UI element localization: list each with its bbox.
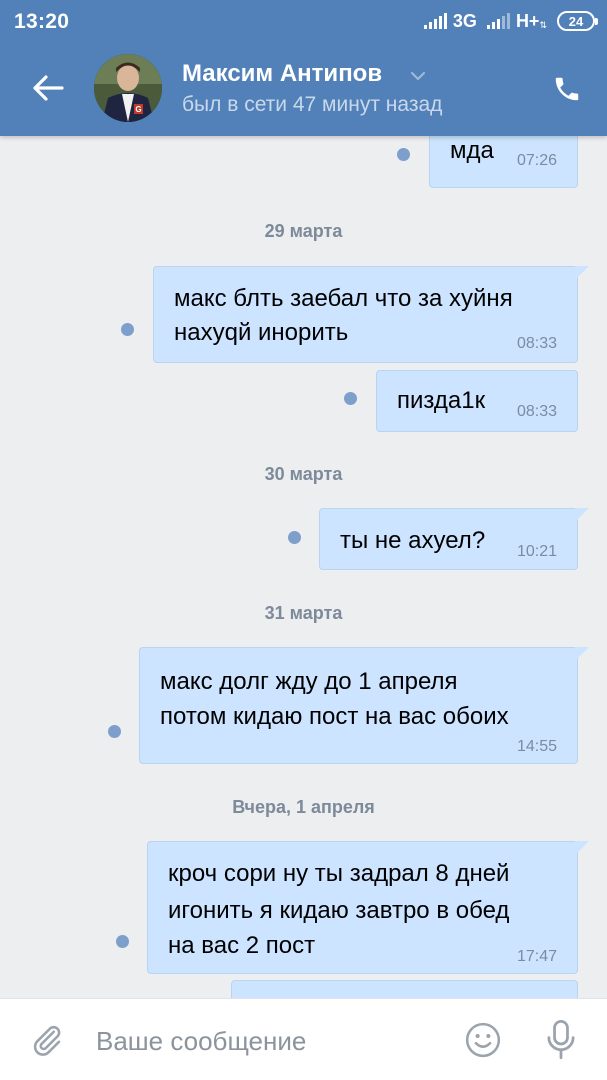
message-text-line: макс долг жду до 1 апреля <box>160 668 458 695</box>
contact-name[interactable]: Максим Антипов <box>182 60 382 88</box>
unread-indicator <box>108 725 121 738</box>
date-separator: Вчера, 1 апреля <box>232 797 375 817</box>
message-bubble[interactable]: ты не ахуел? 10:21 <box>319 508 589 570</box>
message-bubble[interactable]: макс блть заебал что за хуйня нахуqй ино… <box>153 266 589 363</box>
date-separator: 31 марта <box>264 603 343 623</box>
message-bubble[interactable]: макс долг жду до 1 апреля потом кидаю по… <box>139 647 589 764</box>
battery-level: 24 <box>568 13 584 29</box>
message-time: 07:26 <box>516 152 557 169</box>
bubble-tail <box>575 841 589 855</box>
message-time: 08:33 <box>516 403 557 420</box>
message-text-line: на вас 2 пост <box>168 932 316 959</box>
phone-icon <box>555 77 579 101</box>
date-separator: 30 марта <box>264 464 343 484</box>
status-bar: 13:20 3G H+ ⇅ 24 <box>0 0 607 44</box>
message-text-line: макс блть заебал что за хуйня <box>174 285 513 312</box>
emoji-button[interactable] <box>462 1019 504 1061</box>
message-bubble[interactable]: пизда1к 08:33 <box>376 370 578 432</box>
message-input[interactable] <box>96 1021 436 1061</box>
chevron-down-icon[interactable] <box>408 66 428 86</box>
network-type-secondary: H+ <box>515 10 540 31</box>
message-text-line: кроч сори ну ты задрал 8 дней <box>168 860 510 887</box>
unread-indicator <box>344 392 357 405</box>
message-text: мда <box>450 137 494 164</box>
microphone-icon <box>547 1020 575 1060</box>
bubble-tail <box>575 647 589 661</box>
date-separator: 29 марта <box>264 221 343 241</box>
status-indicators: 3G H+ ⇅ 24 <box>423 8 598 34</box>
contact-last-seen: был в сети 47 минут назад <box>182 93 443 116</box>
contact-avatar[interactable]: G <box>94 54 162 122</box>
data-activity-icon: ⇅ <box>539 19 547 30</box>
voice-message-button[interactable] <box>540 1017 582 1063</box>
signal-icon <box>423 13 447 29</box>
message-bubble-partial[interactable] <box>231 980 578 998</box>
paperclip-icon <box>33 1025 61 1056</box>
message-text-line: нахуqй инорить <box>174 319 349 346</box>
network-type-primary: 3G <box>452 10 477 31</box>
unread-indicator <box>121 323 134 336</box>
message-list[interactable]: мда 07:26 29 марта макс блть заебал что … <box>0 136 607 998</box>
back-arrow-icon <box>33 75 64 101</box>
svg-text:G: G <box>135 105 141 114</box>
message-text-line: потом кидаю пост на вас обоих <box>160 703 509 730</box>
signal-icon-secondary <box>486 13 510 29</box>
bubble-tail <box>575 508 589 522</box>
message-time: 10:21 <box>516 543 557 560</box>
chat-header: 13:20 3G H+ ⇅ 24 G Максим Антипов был в … <box>0 0 607 136</box>
message-bubble[interactable]: кроч сори ну ты задрал 8 дней игонить я … <box>147 841 589 974</box>
status-time: 13:20 <box>14 10 70 33</box>
avatar-image: G <box>94 54 162 122</box>
unread-indicator <box>288 531 301 544</box>
message-text: пизда1к <box>397 387 486 414</box>
message-time: 14:55 <box>516 738 557 755</box>
message-text: ты не ахуел? <box>340 527 486 554</box>
message-composer <box>0 998 607 1080</box>
back-button[interactable] <box>26 66 70 110</box>
battery-icon: 24 <box>557 11 598 31</box>
emoji-icon <box>465 1022 501 1058</box>
message-text-line: игонить я кидаю завтро в обед <box>168 897 510 924</box>
attach-button[interactable] <box>26 1019 68 1061</box>
message-bubble[interactable]: мда 07:26 <box>429 136 578 188</box>
bubble-tail <box>575 266 589 280</box>
call-button[interactable] <box>546 68 588 110</box>
unread-indicator <box>116 935 129 948</box>
message-time: 08:33 <box>516 335 557 352</box>
message-time: 17:47 <box>516 948 557 965</box>
unread-indicator <box>397 148 410 161</box>
